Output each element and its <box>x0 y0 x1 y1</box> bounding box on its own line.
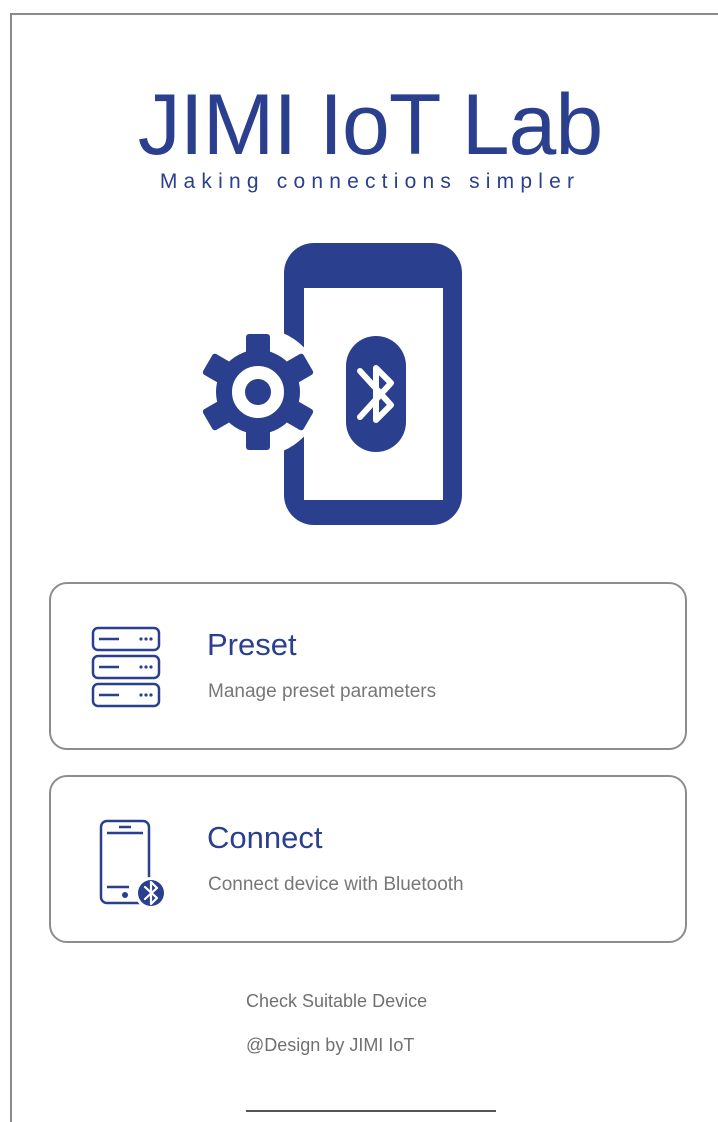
app-subtitle: Making connections simpler <box>159 170 581 193</box>
connect-button[interactable]: Connect Connect device with Bluetooth <box>49 775 687 943</box>
frame-top-border <box>10 13 718 15</box>
app-title: JIMI IoT Lab <box>137 77 603 173</box>
home-indicator <box>246 1110 496 1112</box>
preset-button[interactable]: Preset Manage preset parameters <box>49 582 687 750</box>
server-stack-icon <box>91 626 161 708</box>
phone-gear-bluetooth-icon <box>200 243 462 525</box>
preset-description: Manage preset parameters <box>208 681 437 702</box>
connect-title: Connect <box>207 820 323 855</box>
phone-bluetooth-icon <box>99 819 167 907</box>
preset-title: Preset <box>207 627 297 662</box>
design-credit: @Design by JIMI IoT <box>246 1035 415 1055</box>
connect-description: Connect device with Bluetooth <box>208 874 464 895</box>
check-suitable-device-link[interactable]: Check Suitable Device <box>246 990 427 1012</box>
